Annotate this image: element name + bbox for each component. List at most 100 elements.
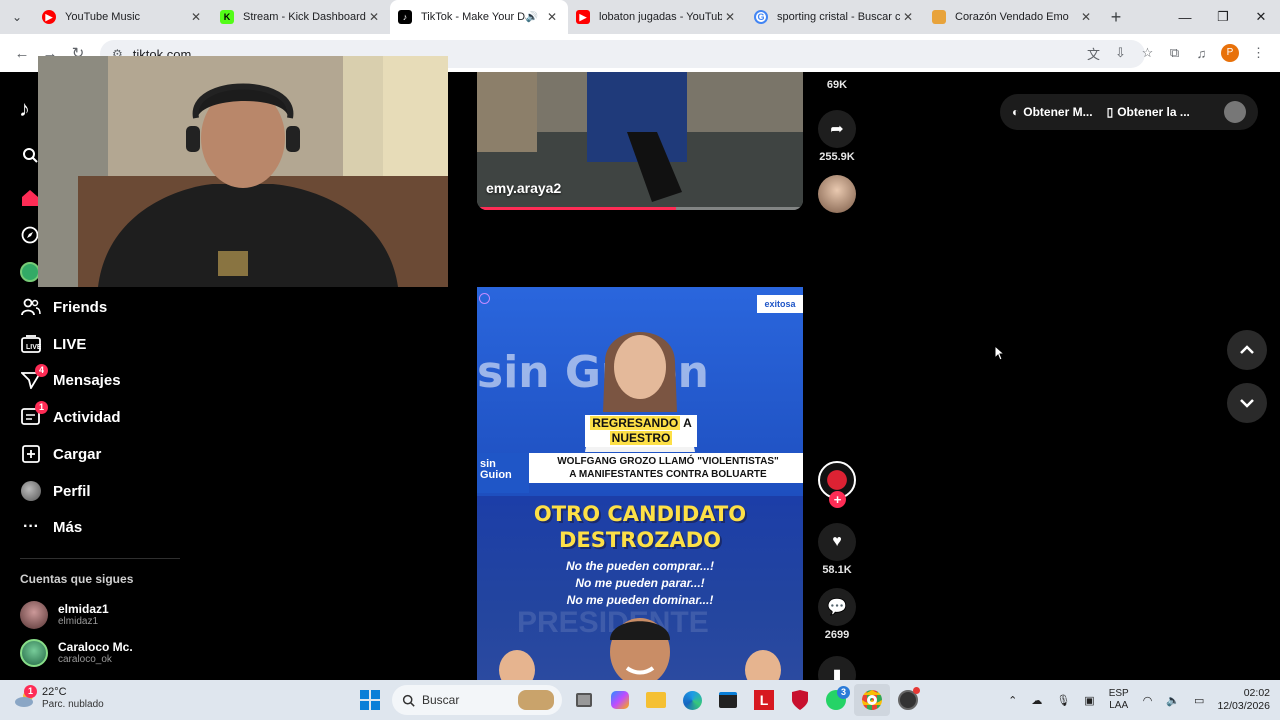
next-video-button[interactable]	[1227, 383, 1267, 423]
following-account[interactable]: elmidaz1 elmidaz1	[20, 598, 220, 632]
live-icon: LIVE	[20, 333, 42, 355]
tab-youtube-lobaton[interactable]: ▶ lobaton jugadas - YouTube ✕	[568, 0, 746, 34]
sound-disc[interactable]	[818, 175, 856, 213]
sidebar-item-more[interactable]: ··· Más	[20, 513, 190, 541]
sidebar-item-upload[interactable]: Cargar	[20, 440, 190, 468]
back-icon[interactable]: ←	[8, 45, 36, 62]
share-action[interactable]: ➦ 255.9K	[818, 110, 856, 163]
tab-kick-dashboard[interactable]: K Stream - Kick Dashboard ✕	[212, 0, 390, 34]
bookmark-star-icon[interactable]: ☆	[1134, 45, 1161, 61]
tray-overflow-icon[interactable]: ⌃	[1008, 694, 1017, 707]
sidebar-item-live[interactable]: LIVE LIVE	[20, 330, 190, 358]
battery-icon[interactable]: ▭	[1194, 694, 1204, 707]
ribbon-line: WOLFGANG GROZO LLAMÓ "VIOLENTISTAS"	[557, 456, 779, 467]
close-tab-icon[interactable]: ✕	[1078, 10, 1094, 24]
share-icon[interactable]: ➦	[818, 110, 856, 148]
following-account[interactable]: Caraloco Mc. caraloco_ok	[20, 636, 220, 670]
onedrive-icon[interactable]: ☁	[1031, 694, 1042, 707]
install-app-icon[interactable]: ⇩	[1107, 45, 1134, 61]
media-controls-icon[interactable]: ♫	[1188, 46, 1215, 61]
extensions-icon[interactable]: ⧉	[1161, 45, 1188, 61]
quote-line: No me pueden dominar...!	[566, 593, 714, 607]
tray-app-icon[interactable]: ▣	[1084, 694, 1094, 707]
comment-action[interactable]: 💬 2699	[818, 588, 856, 641]
search-icon[interactable]	[20, 145, 40, 165]
user-avatar[interactable]	[1224, 101, 1246, 123]
windows-start-icon[interactable]	[352, 684, 388, 716]
chevron-down-icon	[1240, 399, 1254, 408]
pill-label: Obtener la ...	[1117, 105, 1190, 119]
taskbar-apps: Buscar L 3	[352, 684, 926, 716]
sidebar-item-label: Perfil	[53, 482, 91, 500]
audio-playing-icon[interactable]: 🔊	[526, 12, 538, 23]
comment-icon[interactable]: 💬	[818, 588, 856, 626]
video-player[interactable]: sin Guion exitosa REGRESANDO A NUESTRO s…	[477, 287, 803, 680]
upload-icon	[20, 443, 42, 465]
tab-title: TikTok - Make Your Da	[421, 11, 526, 23]
creator-avatar-action[interactable]: +	[818, 461, 856, 511]
bookmark-icon[interactable]: ▮	[818, 656, 856, 680]
minimize-icon[interactable]: —	[1166, 0, 1204, 34]
chrome-icon[interactable]	[854, 684, 890, 716]
close-tab-icon[interactable]: ✕	[366, 10, 382, 24]
get-app-link[interactable]: ◐ Obtener M...	[1012, 105, 1093, 119]
video-progress-bar[interactable]	[477, 207, 676, 210]
edge-icon[interactable]	[674, 684, 710, 716]
obs-icon[interactable]	[890, 684, 926, 716]
sidebar-item-friends[interactable]: Friends	[20, 293, 190, 321]
sidebar-item-activity[interactable]: 1 Actividad	[20, 401, 190, 431]
app-l-icon[interactable]: L	[746, 684, 782, 716]
explore-icon[interactable]	[20, 225, 40, 245]
volume-icon[interactable]: 🔈	[1166, 694, 1180, 707]
tab-google-search[interactable]: G sporting cristal - Buscar co ✕	[746, 0, 924, 34]
clock-time: 02:02	[1243, 687, 1270, 699]
taskbar-search[interactable]: Buscar	[392, 685, 562, 715]
sidebar-item-messages[interactable]: 4 Mensajes	[20, 364, 190, 394]
music-disc-avatar[interactable]	[818, 175, 856, 213]
shield-app-icon[interactable]	[782, 684, 818, 716]
close-tab-icon[interactable]: ✕	[544, 10, 560, 24]
tab-youtube-music[interactable]: ▶ YouTube Music ✕	[34, 0, 212, 34]
follow-plus-icon[interactable]: +	[829, 491, 846, 508]
tab-tiktok[interactable]: ♪ TikTok - Make Your Da 🔊 ✕	[390, 0, 568, 34]
profile-avatar[interactable]: P	[1221, 44, 1239, 62]
friends-icon	[20, 296, 42, 318]
close-tab-icon[interactable]: ✕	[722, 10, 738, 24]
previous-video-button[interactable]	[1227, 330, 1267, 370]
menu-kebab-icon[interactable]: ⋮	[1245, 45, 1272, 61]
weather-widget[interactable]: 1 22°C Parc. nublado	[14, 684, 104, 711]
get-mobile-app-link[interactable]: ▯ Obtener la ...	[1107, 105, 1190, 119]
video-caption-overlay: REGRESANDO A NUESTRO	[585, 415, 697, 447]
account-name: Caraloco Mc.	[58, 640, 133, 654]
whatsapp-icon[interactable]: 3	[818, 684, 854, 716]
microphone-icon[interactable]: 🎙	[1056, 694, 1070, 707]
like-action[interactable]: ♥ 58.1K	[818, 523, 856, 576]
sidebar-item-profile[interactable]: Perfil	[20, 477, 190, 505]
input-language[interactable]: ESP LAA	[1109, 688, 1129, 712]
translate-icon[interactable]: 文	[1080, 44, 1107, 63]
close-window-icon[interactable]: ✕	[1242, 0, 1280, 34]
heart-icon[interactable]: ♥	[818, 523, 856, 561]
store-icon[interactable]	[710, 684, 746, 716]
bookmark-action[interactable]: ▮	[818, 656, 856, 680]
sidebar-item-label: Actividad	[53, 408, 121, 426]
file-explorer-icon[interactable]	[638, 684, 674, 716]
home-icon[interactable]	[20, 188, 40, 208]
clock[interactable]: 02:02 12/03/2026	[1217, 687, 1270, 713]
video-username[interactable]: emy.araya2	[486, 180, 561, 196]
new-tab-button[interactable]: +	[1102, 7, 1130, 28]
google-favicon: G	[754, 10, 768, 24]
wifi-icon[interactable]: ◠	[1143, 694, 1153, 707]
copilot-icon[interactable]	[602, 684, 638, 716]
ribbon-text: WOLFGANG GROZO LLAMÓ "VIOLENTISTAS" A MA…	[533, 455, 803, 481]
task-view-icon[interactable]	[566, 684, 602, 716]
maximize-icon[interactable]: ❐	[1204, 0, 1242, 34]
following-avatar-icon[interactable]	[20, 262, 40, 282]
get-app-bar: ◐ Obtener M... ▯ Obtener la ...	[1000, 94, 1258, 130]
close-tab-icon[interactable]: ✕	[188, 10, 204, 24]
tab-corazon-vendado[interactable]: Corazón Vendado Emo ✕	[924, 0, 1102, 34]
tab-search-icon[interactable]: ⌄	[0, 0, 34, 34]
close-tab-icon[interactable]: ✕	[900, 10, 916, 24]
video-player[interactable]: emy.araya2	[477, 72, 803, 210]
video-bottom-section: PRESIDENTE OTRO CANDIDATO DESTROZADO No …	[477, 496, 803, 680]
